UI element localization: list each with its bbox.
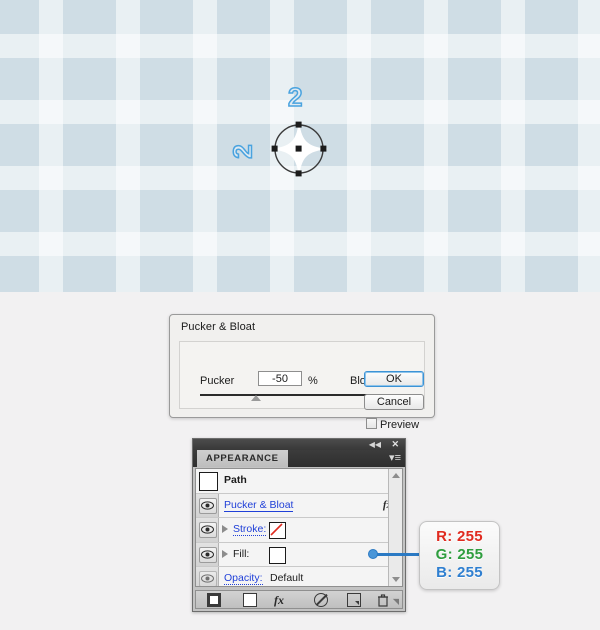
rgb-red-value: 255 [456, 528, 483, 545]
rgb-blue-label: B: [436, 564, 453, 581]
close-icon[interactable]: ✕ [391, 439, 399, 450]
rgb-green-value: 255 [457, 546, 484, 563]
delete-item-icon[interactable] [376, 593, 390, 607]
dialog-body: Pucker -50 % Bloat OK Cancel Preview [179, 341, 425, 431]
row-label-opacity[interactable]: Opacity: [224, 572, 263, 586]
eye-icon[interactable] [199, 497, 217, 514]
appearance-panel[interactable]: ◀◀ ✕ APPEARANCE ▾≡ Path Pucker & Bloat f… [192, 438, 406, 612]
fill-swatch[interactable] [269, 546, 286, 564]
duplicate-item-icon[interactable] [347, 593, 361, 607]
pucker-and-bloat-dialog[interactable]: Pucker & Bloat Pucker -50 % Bloat OK Can… [169, 314, 435, 431]
chevron-right-icon[interactable] [222, 525, 228, 534]
visibility-toggle-cell[interactable] [196, 493, 219, 518]
add-new-fill-icon[interactable] [243, 593, 257, 607]
list-item[interactable]: Path [196, 469, 402, 494]
anchor-point-right [320, 145, 327, 152]
percent-label: % [308, 375, 318, 387]
list-item[interactable]: Opacity: Default [196, 567, 402, 586]
anchor-point-top [295, 121, 302, 128]
background-number-top: 2 [287, 81, 303, 113]
eye-icon[interactable] [199, 571, 217, 586]
list-item[interactable]: Pucker & Bloat fx [196, 493, 402, 519]
panel-title-bar[interactable]: ◀◀ ✕ [193, 439, 405, 450]
row-label-path: Path [224, 474, 247, 486]
chevron-right-icon[interactable] [222, 549, 228, 558]
panel-footer-toolbar: fx ◥ [195, 590, 403, 609]
dialog-title: Pucker & Bloat [181, 321, 256, 333]
visibility-toggle-cell[interactable] [196, 542, 219, 567]
preview-checkbox[interactable] [366, 418, 377, 429]
rgb-blue-value: 255 [456, 564, 483, 581]
preview-row[interactable]: Preview [366, 418, 419, 431]
callout-connector-line [372, 553, 422, 556]
selected-path-shape[interactable] [268, 118, 330, 180]
scroll-down-icon[interactable] [392, 577, 400, 582]
background-number-left: 2 [227, 144, 259, 160]
eye-icon[interactable] [199, 546, 217, 563]
panel-tab-bar: APPEARANCE ▾≡ [193, 450, 405, 467]
add-new-effect-icon[interactable]: fx [274, 593, 296, 607]
path-thumbnail-swatch [199, 472, 218, 491]
visibility-toggle-cell[interactable] [196, 567, 219, 586]
anchor-point-center [295, 145, 302, 152]
clear-appearance-icon[interactable] [314, 593, 328, 607]
scroll-up-icon[interactable] [392, 473, 400, 478]
visibility-toggle-cell[interactable] [196, 518, 219, 542]
list-item[interactable]: Stroke: [196, 518, 402, 543]
rgb-green-label: G: [435, 546, 453, 563]
ok-button[interactable]: OK [364, 371, 424, 387]
pucker-bloat-slider-thumb[interactable] [251, 395, 261, 401]
pucker-value-input[interactable]: -50 [258, 371, 302, 386]
collapse-panel-icon[interactable]: ◀◀ [369, 439, 381, 450]
callout-connector-dot [368, 549, 378, 559]
rgb-red-line: R: 255 [420, 528, 499, 545]
tab-appearance[interactable]: APPEARANCE [197, 450, 288, 467]
resize-grip-icon[interactable]: ◥ [393, 597, 399, 606]
artboard-canvas: 2 2 [0, 0, 600, 292]
rgb-red-label: R: [436, 528, 453, 545]
rgb-green-line: G: 255 [420, 546, 499, 563]
preview-label: Preview [380, 419, 420, 431]
eye-icon[interactable] [199, 522, 217, 539]
row-label-stroke[interactable]: Stroke: [233, 523, 267, 537]
appearance-item-list: Path Pucker & Bloat fx [195, 468, 403, 587]
panel-menu-icon[interactable]: ▾≡ [389, 452, 401, 465]
rgb-value-callout: R: 255 G: 255 B: 255 [419, 521, 500, 590]
opacity-value: Default [270, 572, 304, 585]
panel-scrollbar[interactable] [388, 469, 402, 586]
anchor-point-bottom [295, 170, 302, 177]
row-label-pucker-and-bloat[interactable]: Pucker & Bloat [224, 499, 294, 512]
add-new-stroke-icon[interactable] [207, 593, 221, 607]
cancel-button[interactable]: Cancel [364, 394, 424, 410]
anchor-point-left [271, 145, 278, 152]
pucker-label: Pucker [200, 375, 235, 387]
rgb-blue-line: B: 255 [420, 564, 499, 581]
stroke-swatch[interactable] [269, 522, 286, 540]
row-label-fill[interactable]: Fill: [233, 548, 249, 560]
